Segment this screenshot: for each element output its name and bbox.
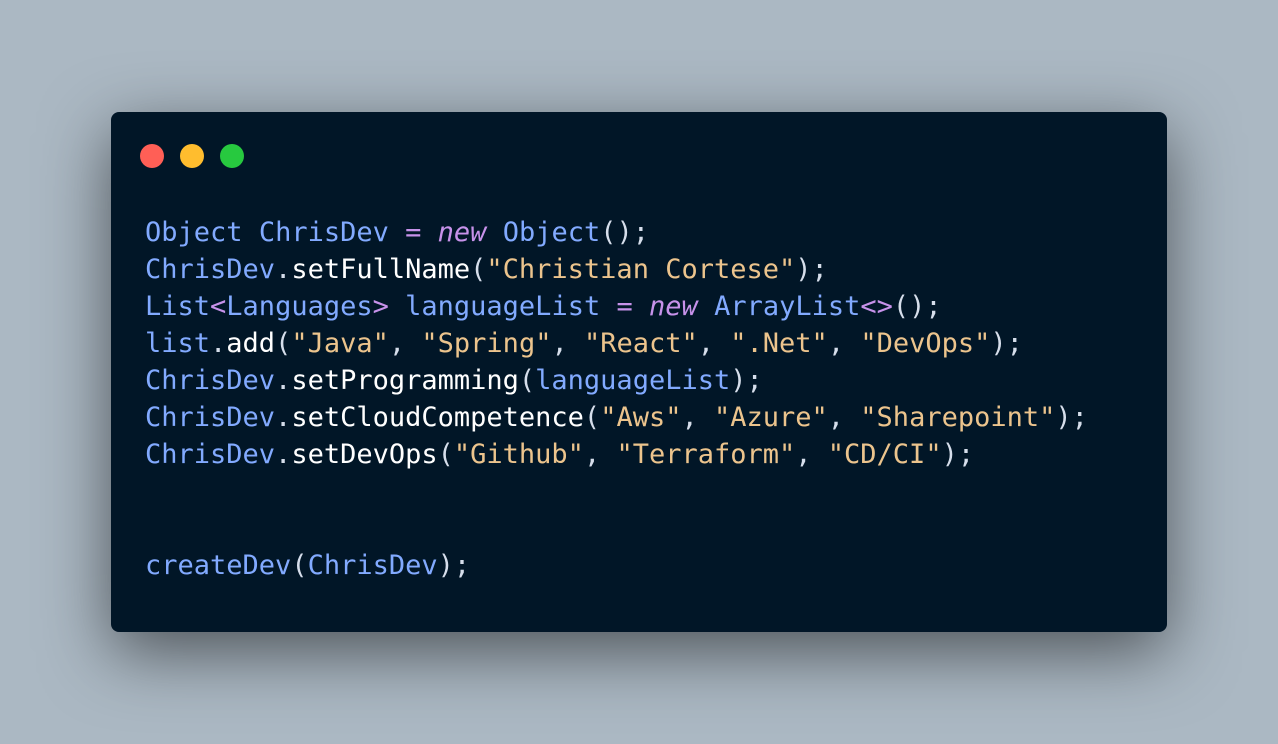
code-token: ArrayList xyxy=(714,291,861,322)
code-window: Object ChrisDev = new Object(); ChrisDev.… xyxy=(111,112,1167,632)
code-token: ChrisDev xyxy=(145,439,276,470)
code-token: setFullName xyxy=(291,254,471,285)
code-token: "React" xyxy=(583,328,698,359)
code-token: add xyxy=(226,328,276,359)
code-token: Object xyxy=(502,217,601,248)
code-token: setProgramming xyxy=(291,365,519,396)
code-token: "DevOps" xyxy=(860,328,991,359)
code-token: "CD/CI" xyxy=(827,439,942,470)
code-token: ); xyxy=(990,328,1023,359)
code-token: , xyxy=(681,402,714,433)
code-token: setCloudCompetence xyxy=(291,402,584,433)
code-token: "Terraform" xyxy=(616,439,796,470)
code-token: ChrisDev xyxy=(145,365,276,396)
code-token: "Azure" xyxy=(713,402,828,433)
code-token: , xyxy=(827,402,861,433)
code-token: , xyxy=(583,439,617,470)
code-token: languageList xyxy=(535,365,731,396)
code-line: list.add("Java", "Spring", "React", ".Ne… xyxy=(145,325,1088,362)
code-line: ChrisDev.setFullName("Christian Cortese"… xyxy=(145,251,1088,288)
code-token: "Java" xyxy=(291,328,389,359)
code-token: ( xyxy=(291,550,308,581)
code-token: createDev xyxy=(145,550,292,581)
code-token: new xyxy=(437,217,487,248)
code-token: , xyxy=(388,328,422,359)
code-token: = xyxy=(616,291,633,322)
code-line: createDev(ChrisDev); xyxy=(145,547,1088,584)
code-token: List xyxy=(145,291,211,322)
code-token: = xyxy=(405,217,422,248)
code-token: ( xyxy=(518,365,536,396)
code-token: ".Net" xyxy=(730,328,828,359)
code-token: , xyxy=(551,328,584,359)
code-token: Languages xyxy=(226,291,373,322)
code-token: ( xyxy=(437,439,454,470)
code-token: > xyxy=(372,291,389,322)
code-token: "Spring" xyxy=(421,328,552,359)
code-token: . xyxy=(275,402,292,433)
code-token: ChrisDev xyxy=(145,254,276,285)
code-token: "Sharepoint" xyxy=(860,402,1056,433)
window-controls xyxy=(140,144,244,168)
code-token: ChrisDev xyxy=(145,402,276,433)
code-token: ); xyxy=(730,365,763,396)
code-token: new xyxy=(649,291,698,322)
code-line: ChrisDev.setDevOps("Github", "Terraform"… xyxy=(145,436,1088,473)
code-token: "Github" xyxy=(453,439,584,470)
code-line: ChrisDev.setCloudCompetence("Aws", "Azur… xyxy=(145,399,1088,436)
code-token: languageList xyxy=(405,291,601,322)
code-token: ); xyxy=(941,439,975,470)
code-token: ChrisDev xyxy=(307,550,438,581)
code-token: , xyxy=(795,439,828,470)
code-token: ( xyxy=(583,402,601,433)
code-line: ChrisDev.setProgramming(languageList); xyxy=(145,362,1088,399)
code-token: list xyxy=(145,328,211,359)
code-token: ); xyxy=(437,550,471,581)
code-token: < xyxy=(210,291,227,322)
code-block: Object ChrisDev = new Object(); ChrisDev.… xyxy=(145,214,1088,584)
code-token: setDevOps xyxy=(291,439,438,470)
code-token: "Christian Cortese" xyxy=(486,254,796,285)
minimize-dot-icon[interactable] xyxy=(180,144,204,168)
code-token: ( xyxy=(275,328,292,359)
code-token: . xyxy=(275,254,292,285)
code-token: (); xyxy=(892,291,942,322)
code-token: "Aws" xyxy=(600,402,682,433)
code-token: ( xyxy=(470,254,487,285)
close-dot-icon[interactable] xyxy=(140,144,164,168)
code-token: ); xyxy=(1055,402,1088,433)
maximize-dot-icon[interactable] xyxy=(220,144,244,168)
code-token: <> xyxy=(860,291,893,322)
code-token: (); xyxy=(600,217,650,248)
code-token: . xyxy=(210,328,227,359)
code-token: ChrisDev xyxy=(258,217,389,248)
code-line: Object ChrisDev = new Object(); xyxy=(145,214,1088,251)
code-token: , xyxy=(697,328,731,359)
code-token: . xyxy=(275,365,292,396)
code-token: . xyxy=(275,439,292,470)
code-token: , xyxy=(827,328,861,359)
code-token: ); xyxy=(795,254,828,285)
code-token: Object xyxy=(145,217,243,248)
code-line: List<Languages> languageList = new Array… xyxy=(145,288,1088,325)
